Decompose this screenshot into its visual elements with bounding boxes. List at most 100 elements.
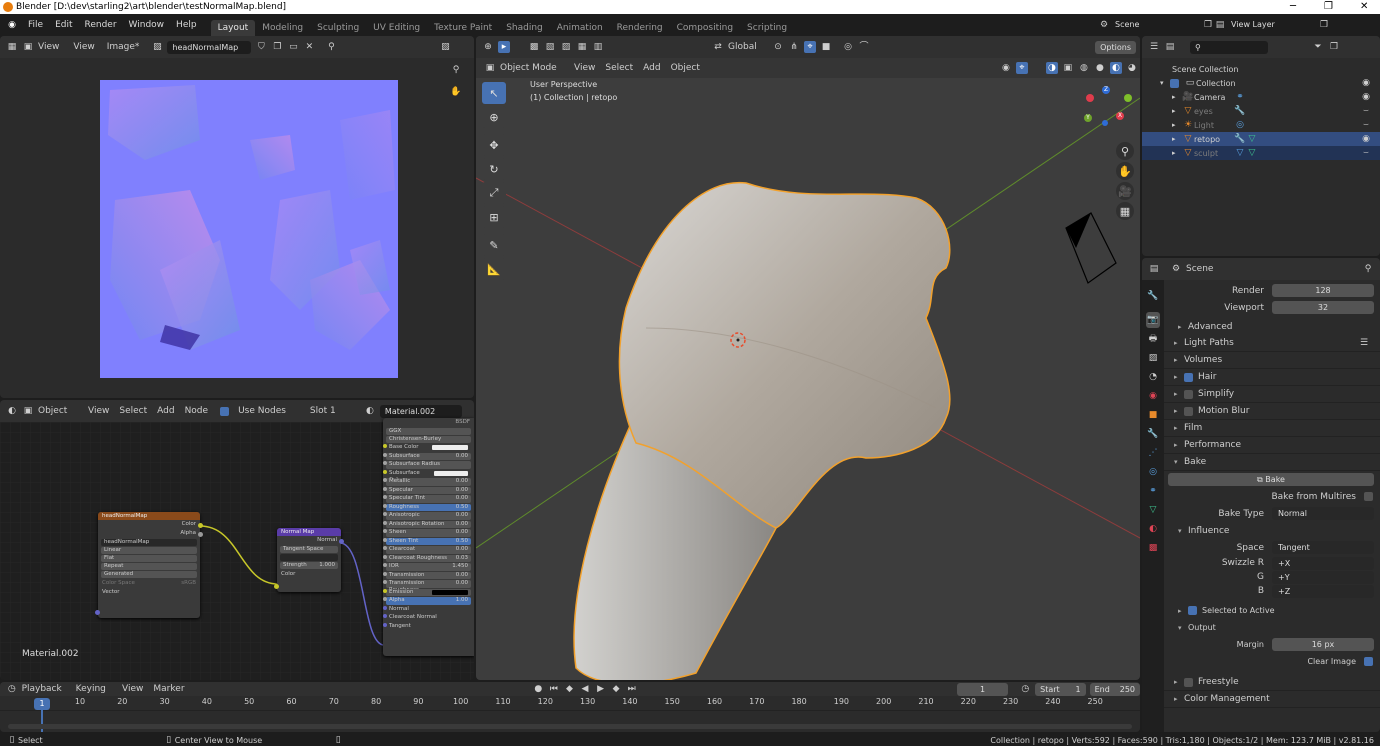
normal-space-select[interactable]: Tangent Space [280, 546, 338, 553]
bsdf-input-specular[interactable]: Specular 0.00 [383, 486, 471, 494]
use-nodes-checkbox[interactable] [220, 406, 230, 416]
bsdf-socket[interactable] [383, 520, 387, 525]
particles-tab-icon[interactable]: ⋰ [1146, 445, 1160, 461]
panel-volumes[interactable]: ▸ Volumes [1164, 352, 1380, 369]
view-layer-tab-icon[interactable]: ▨ [1146, 350, 1160, 366]
select-tool-icon[interactable]: ↖ [482, 82, 506, 104]
bsdf-socket[interactable] [383, 554, 387, 559]
influence-subpanel[interactable]: ▾ Influence [1164, 522, 1380, 539]
mode-select-icon[interactable]: ▣ [484, 62, 496, 74]
texture-image-field[interactable]: headNormalMap [101, 539, 197, 546]
outliner-item-sculpt[interactable]: ▸ ▽ sculpt ▽ ▽ ⌣ [1142, 146, 1380, 160]
bsdf-input-emission[interactable]: Emission [383, 588, 471, 596]
color-swatch[interactable] [433, 470, 468, 476]
bsdf-input-sheen[interactable]: Sheen 0.00 [383, 529, 471, 537]
zoom-icon[interactable]: ⚲ [450, 64, 462, 76]
bake-type-select[interactable]: Normal [1272, 507, 1374, 520]
viewport-samples-field[interactable]: 32 [1272, 301, 1374, 314]
collapse-collection-icon[interactable]: ▾ [1160, 79, 1170, 87]
principled-bsdf-node[interactable]: BSDF GGX Christensen-Burley Base Color Su… [383, 418, 474, 656]
gizmo-z[interactable]: Z [1102, 86, 1110, 94]
scene-collection-label[interactable]: Scene Collection [1172, 65, 1239, 74]
tab-texture-paint[interactable]: Texture Paint [427, 20, 499, 36]
visibility-icon[interactable]: ◉ [1000, 62, 1012, 74]
bsdf-input-ior[interactable]: IOR 1.450 [383, 563, 471, 571]
node-node-menu[interactable]: Node [185, 406, 209, 416]
fake-user-icon[interactable]: ⛉ [255, 41, 267, 53]
tab-modeling[interactable]: Modeling [255, 20, 310, 36]
scene-selector[interactable]: Scene [1110, 18, 1202, 31]
camera-view-icon[interactable]: 🎥 [1116, 182, 1134, 200]
margin-field[interactable]: 16 px [1272, 638, 1374, 651]
image-browse-icon[interactable]: ▧ [151, 41, 163, 53]
3d-viewport[interactable]: ⊕ ▸ ▩ ▧ ▨ ▦ ▥ ⇄ Global ⊙ ⋔ ⌖ ■ ◎ ⌒ Optio… [476, 36, 1140, 680]
visibility-icon[interactable]: ◉ [1360, 91, 1372, 103]
freestyle-panel[interactable]: ▸ Freestyle [1164, 674, 1380, 691]
bsdf-socket[interactable] [383, 571, 387, 576]
end-frame-field[interactable]: End 250 [1089, 682, 1140, 696]
render-samples-field[interactable]: 128 [1272, 284, 1374, 297]
object-mode-select[interactable]: Object Mode [500, 63, 570, 73]
strength-value[interactable]: 1.000 [319, 562, 335, 569]
uv-map-field[interactable] [280, 554, 338, 561]
outliner-item-eyes[interactable]: ▸ ▽ eyes 🔧 ⌣ [1142, 104, 1380, 118]
viewport-add-menu[interactable]: Add [643, 63, 660, 73]
shading-wireframe-icon[interactable]: ◍ [1078, 62, 1090, 74]
bsdf-input-subsurface-radius[interactable]: Subsurface Radius [383, 461, 471, 469]
selected-to-active-subpanel[interactable]: ▸ Selected to Active [1164, 602, 1380, 619]
gizmo-x[interactable]: X [1116, 112, 1124, 120]
bsdf-socket[interactable] [383, 486, 387, 491]
normal-out-socket[interactable] [339, 539, 344, 544]
clear-image-checkbox[interactable] [1364, 657, 1373, 666]
panel-bake[interactable]: ▾ Bake [1164, 454, 1380, 471]
bsdf-input-specular-tint[interactable]: Specular Tint 0.00 [383, 495, 471, 503]
bsdf-input-transmission-roughness[interactable]: Transmission Roughness 0.00 [383, 580, 471, 593]
duplicate-image-icon[interactable]: ❐ [271, 41, 283, 53]
view-layer-selector[interactable]: View Layer [1226, 18, 1318, 31]
bsdf-socket[interactable] [383, 495, 387, 499]
bsdf-socket[interactable] [383, 478, 387, 482]
presets-list-icon[interactable]: ☰ [1358, 337, 1370, 349]
selected-to-active-checkbox[interactable] [1188, 606, 1197, 615]
tab-uv-editing[interactable]: UV Editing [366, 20, 427, 36]
transform-tool-icon[interactable]: ⊞ [482, 206, 506, 228]
playhead[interactable]: 1 [34, 698, 50, 710]
modifier-tab-icon[interactable]: 🔧 [1146, 426, 1160, 442]
bsdf-socket[interactable] [383, 605, 387, 610]
bsdf-socket[interactable] [383, 512, 387, 516]
swizzle-g-select[interactable]: +Y [1272, 570, 1374, 584]
scene-tab-icon[interactable]: ◔ [1146, 369, 1160, 385]
view-menu-2[interactable]: View [73, 42, 94, 52]
collection-exclude-checkbox[interactable] [1170, 78, 1179, 88]
color-management-panel[interactable]: ▸ Color Management [1164, 691, 1380, 708]
texture-tab-icon[interactable]: ▩ [1146, 540, 1160, 556]
panel-film[interactable]: ▸ Film [1164, 420, 1380, 437]
bsdf-socket[interactable] [383, 563, 387, 567]
measure-tool-icon[interactable]: 📐 [482, 258, 506, 280]
snap-target-icon[interactable]: ■ [820, 41, 832, 53]
freestyle-checkbox[interactable] [1184, 677, 1193, 687]
outliner-item-light[interactable]: ▸ ☀ Light ◎ ⌣ [1142, 118, 1380, 132]
bsdf-socket[interactable] [383, 622, 387, 627]
bsdf-input-clearcoat-roughness[interactable]: Clearcoat Roughness 0.03 [383, 554, 471, 562]
source-select[interactable]: Generated [101, 571, 197, 578]
tab-rendering[interactable]: Rendering [610, 20, 670, 36]
material-browse-icon[interactable]: ◐ [364, 405, 376, 417]
filter-icon[interactable]: ⏷ [1312, 41, 1324, 53]
record-icon[interactable]: ● [533, 683, 545, 695]
outliner-item-camera[interactable]: ▸ 🎥 Camera ⚭ ◉ [1142, 90, 1380, 104]
bsdf-socket[interactable] [383, 469, 387, 474]
bsdf-socket[interactable] [383, 537, 387, 542]
texture-vector-socket[interactable] [95, 610, 100, 615]
bsdf-socket[interactable] [383, 588, 387, 593]
swizzle-b-select[interactable]: +Z [1272, 584, 1374, 598]
node-select-menu[interactable]: Select [119, 406, 147, 416]
slot-select[interactable]: Slot 1 [310, 406, 360, 416]
timeline-scrollbar[interactable] [8, 724, 1132, 729]
constraints-tab-icon[interactable]: ⚭ [1146, 483, 1160, 499]
tab-scripting[interactable]: Scripting [740, 20, 794, 36]
image-name-field[interactable]: headNormalMap [167, 40, 252, 54]
bsdf-input-subsurface-color[interactable]: Subsurface Color [383, 469, 471, 483]
select-mode-subtract-icon[interactable]: ▨ [560, 41, 572, 53]
timeline-ruler[interactable]: 1 10 20 30 40 50 60 70 80 90 100 110 120 130 140 150 16… [0, 696, 1140, 732]
